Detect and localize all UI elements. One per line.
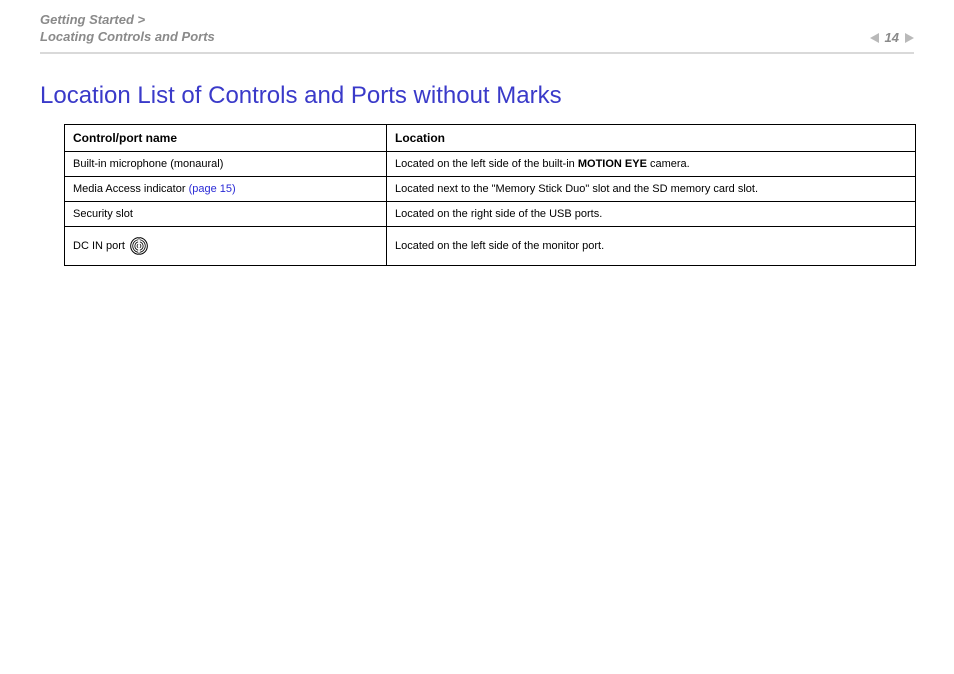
dc-in-icon [129,236,149,256]
content-area: Location List of Controls and Ports with… [0,54,954,266]
location-text-post: camera. [647,158,690,170]
page-reference-link[interactable]: (page 15) [189,183,236,195]
control-name-text: Media Access indicator [73,183,189,195]
page-nav: 14 [870,12,914,45]
table-row: Media Access indicator (page 15) Located… [65,176,916,201]
breadcrumb-line-1: Getting Started > [40,12,215,29]
prev-page-icon[interactable] [870,33,879,43]
location-text-pre: Located on the left side of the built-in [395,158,578,170]
table-header-row: Control/port name Location [65,124,916,151]
cell-location: Located next to the "Memory Stick Duo" s… [387,176,916,201]
table-row: DC IN port Located on the [65,226,916,265]
page-number: 14 [885,30,899,45]
cell-location: Located on the left side of the monitor … [387,226,916,265]
cell-control-name: Media Access indicator (page 15) [65,176,387,201]
cell-location: Located on the right side of the USB por… [387,201,916,226]
page-header: Getting Started > Locating Controls and … [0,0,954,52]
controls-ports-table: Control/port name Location Built-in micr… [64,124,916,266]
breadcrumb-line-2: Locating Controls and Ports [40,29,215,46]
cell-control-name: Security slot [65,201,387,226]
table-header-control: Control/port name [65,124,387,151]
table-row: Built-in microphone (monaural) Located o… [65,151,916,176]
cell-control-name: DC IN port [65,226,387,265]
control-name-text: DC IN port [73,240,125,252]
table-header-location: Location [387,124,916,151]
location-text-bold: MOTION EYE [578,158,647,170]
page-title: Location List of Controls and Ports with… [40,82,914,110]
cell-location: Located on the left side of the built-in… [387,151,916,176]
table-row: Security slot Located on the right side … [65,201,916,226]
next-page-icon[interactable] [905,33,914,43]
cell-control-name: Built-in microphone (monaural) [65,151,387,176]
breadcrumb[interactable]: Getting Started > Locating Controls and … [40,12,215,46]
